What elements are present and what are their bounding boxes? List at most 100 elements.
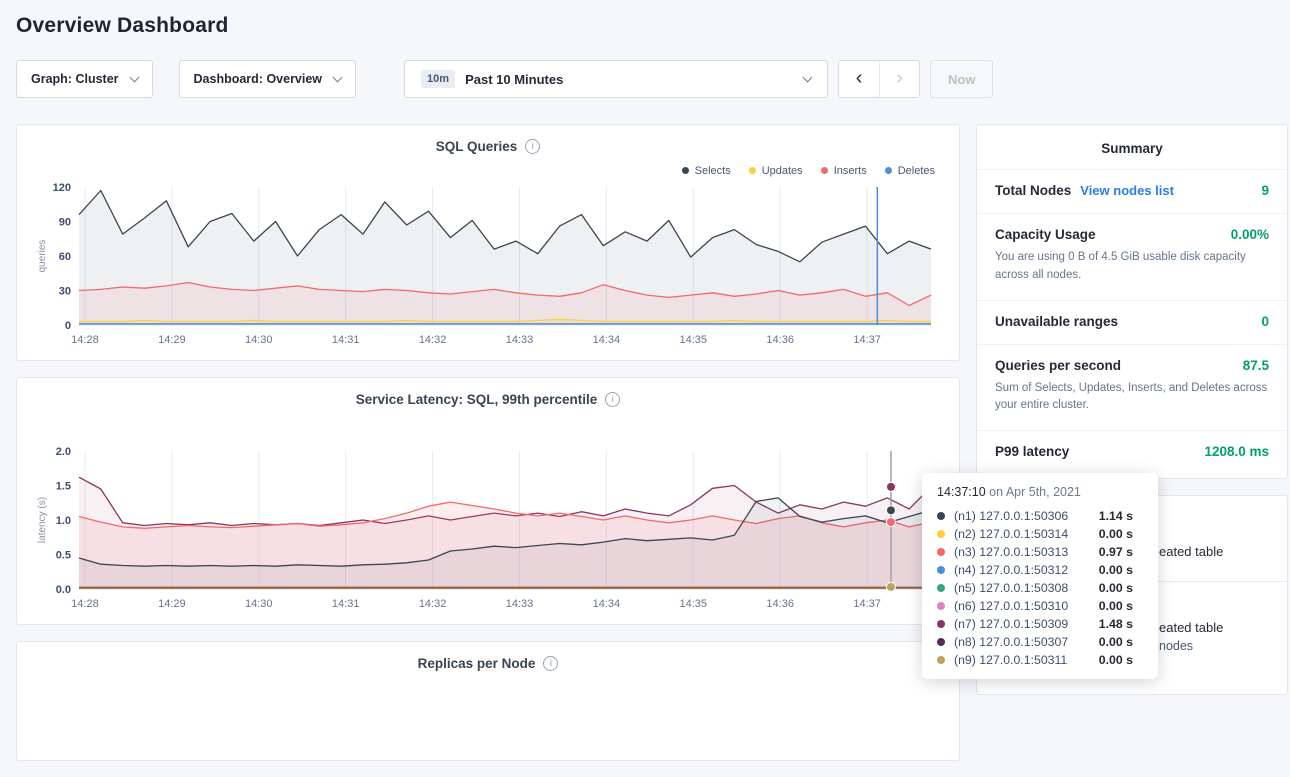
summary-label: Unavailable ranges — [995, 314, 1118, 329]
sql-queries-title-row: SQL Queries i — [33, 139, 943, 154]
time-back-button[interactable]: ‹ — [839, 61, 879, 97]
tooltip-node-label: (n5) 127.0.0.1:50308 — [954, 581, 1099, 595]
summary-value: 87.5 — [1243, 358, 1269, 373]
svg-text:120: 120 — [53, 182, 71, 194]
latency-plot[interactable]: 14:2814:2914:3014:3114:3214:3314:3414:35… — [33, 443, 941, 615]
summary-row: P99 latency 1208.0 ms — [995, 444, 1269, 459]
node-color-dot-icon — [937, 566, 945, 574]
chart-hover-tooltip: 14:37:10 on Apr 5th, 2021 (n1) 127.0.0.1… — [922, 473, 1158, 679]
summary-panel: Summary Total NodesView nodes list9Capac… — [976, 124, 1288, 479]
svg-text:14:33: 14:33 — [506, 334, 534, 346]
spacer — [33, 407, 943, 441]
summary-item-queries-per-second: Queries per second87.5Sum of Selects, Up… — [977, 344, 1287, 431]
sql-queries-legend: Selects Updates Inserts Deletes — [33, 164, 935, 177]
view-nodes-list-link[interactable]: View nodes list — [1080, 183, 1174, 198]
summary-items: Total NodesView nodes list9Capacity Usag… — [977, 169, 1287, 474]
dashboard-main: SQL Queries i Selects Updates Inserts Delet… — [16, 124, 1288, 777]
tooltip-node-value: 0.00 s — [1099, 581, 1143, 595]
tooltip-node-row: (n3) 127.0.0.1:503130.97 s — [922, 543, 1158, 561]
tooltip-node-value: 1.14 s — [1099, 509, 1143, 523]
summary-label-group: Capacity Usage — [995, 227, 1096, 242]
charts-column: SQL Queries i Selects Updates Inserts Delet… — [16, 124, 960, 777]
service-latency-title-row: Service Latency: SQL, 99th percentile i — [33, 392, 943, 407]
sql-queries-panel: SQL Queries i Selects Updates Inserts Delet… — [16, 124, 960, 361]
service-latency-panel: Service Latency: SQL, 99th percentile i … — [16, 377, 960, 625]
svg-text:14:32: 14:32 — [419, 598, 447, 610]
time-range-label: Past 10 Minutes — [465, 72, 563, 87]
svg-text:90: 90 — [59, 217, 71, 229]
node-color-dot-icon — [937, 548, 945, 556]
legend-dot-icon — [749, 167, 756, 174]
node-color-dot-icon — [937, 584, 945, 592]
svg-text:queries: queries — [37, 240, 48, 273]
sql-queries-chart[interactable]: 14:2814:2914:3014:3114:3214:3314:3414:35… — [33, 179, 943, 356]
legend-item-inserts[interactable]: Inserts — [821, 164, 867, 177]
tooltip-node-label: (n3) 127.0.0.1:50313 — [954, 545, 1099, 559]
summary-value: 9 — [1261, 183, 1269, 198]
time-range-badge: 10m — [421, 70, 455, 88]
tooltip-node-value: 0.00 s — [1099, 635, 1143, 649]
tooltip-node-value: 0.00 s — [1099, 563, 1143, 577]
info-icon[interactable]: i — [525, 139, 540, 154]
time-step-buttons: ‹ › — [838, 60, 920, 98]
tooltip-node-label: (n8) 127.0.0.1:50307 — [954, 635, 1099, 649]
svg-text:14:29: 14:29 — [158, 598, 186, 610]
chevron-down-icon — [803, 72, 813, 82]
service-latency-title: Service Latency: SQL, 99th percentile — [356, 392, 598, 407]
time-range-dropdown[interactable]: 10m Past 10 Minutes — [404, 60, 828, 98]
tooltip-node-row: (n9) 127.0.0.1:503110.00 s — [922, 651, 1158, 669]
svg-text:14:31: 14:31 — [332, 334, 360, 346]
tooltip-node-row: (n7) 127.0.0.1:503091.48 s — [922, 615, 1158, 633]
tooltip-node-label: (n7) 127.0.0.1:50309 — [954, 617, 1099, 631]
svg-text:14:29: 14:29 — [158, 334, 186, 346]
sql-queries-plot[interactable]: 14:2814:2914:3014:3114:3214:3314:3414:35… — [33, 179, 941, 351]
node-color-dot-icon — [937, 620, 945, 628]
legend-item-deletes[interactable]: Deletes — [885, 164, 935, 177]
graph-scope-dropdown[interactable]: Graph: Cluster — [16, 60, 153, 98]
summary-value: 0.00% — [1231, 227, 1269, 242]
legend-label: Deletes — [898, 165, 935, 177]
tooltip-time: 14:37:10 — [937, 485, 986, 499]
summary-row: Total NodesView nodes list9 — [995, 183, 1269, 198]
tooltip-timestamp: 14:37:10 on Apr 5th, 2021 — [922, 485, 1158, 507]
tooltip-node-label: (n6) 127.0.0.1:50310 — [954, 599, 1099, 613]
summary-label: P99 latency — [995, 444, 1069, 459]
node-color-dot-icon — [937, 638, 945, 646]
legend-item-updates[interactable]: Updates — [749, 164, 803, 177]
tooltip-node-row: (n4) 127.0.0.1:503120.00 s — [922, 561, 1158, 579]
service-latency-chart[interactable]: 14:2814:2914:3014:3114:3214:3314:3414:35… — [33, 443, 943, 620]
svg-text:14:35: 14:35 — [680, 598, 708, 610]
legend-dot-icon — [682, 167, 689, 174]
svg-text:latency (s): latency (s) — [37, 497, 48, 543]
summary-row: Capacity Usage 0.00% — [995, 227, 1269, 242]
svg-text:14:34: 14:34 — [593, 598, 621, 610]
legend-item-selects[interactable]: Selects — [682, 164, 731, 177]
summary-value: 0 — [1261, 314, 1269, 329]
svg-text:30: 30 — [59, 286, 71, 298]
dashboard-controls: Graph: Cluster Dashboard: Overview 10m P… — [16, 60, 1288, 98]
tooltip-node-value: 0.00 s — [1099, 599, 1143, 613]
info-icon[interactable]: i — [543, 656, 558, 671]
event-text: eated table — [1159, 620, 1287, 635]
svg-text:14:35: 14:35 — [680, 334, 708, 346]
dashboard-select-dropdown[interactable]: Dashboard: Overview — [179, 60, 357, 98]
svg-text:14:37: 14:37 — [853, 598, 881, 610]
time-forward-button[interactable]: › — [879, 61, 919, 97]
tooltip-node-label: (n2) 127.0.0.1:50314 — [954, 527, 1099, 541]
event-subtext: nodes — [1159, 639, 1287, 653]
tooltip-node-value: 0.00 s — [1099, 653, 1143, 667]
svg-text:14:30: 14:30 — [245, 334, 273, 346]
svg-text:14:36: 14:36 — [766, 598, 794, 610]
svg-text:14:37: 14:37 — [853, 334, 881, 346]
svg-text:1.5: 1.5 — [56, 481, 71, 493]
info-icon[interactable]: i — [605, 392, 620, 407]
svg-text:1.0: 1.0 — [56, 515, 71, 527]
legend-dot-icon — [821, 167, 828, 174]
summary-label-group: Queries per second — [995, 358, 1121, 373]
tooltip-rows: (n1) 127.0.0.1:503061.14 s(n2) 127.0.0.1… — [922, 507, 1158, 669]
now-button[interactable]: Now — [930, 60, 993, 98]
svg-text:14:32: 14:32 — [419, 334, 447, 346]
svg-text:14:28: 14:28 — [71, 598, 99, 610]
graph-scope-label: Graph: Cluster — [31, 72, 119, 86]
summary-value: 1208.0 ms — [1204, 444, 1269, 459]
